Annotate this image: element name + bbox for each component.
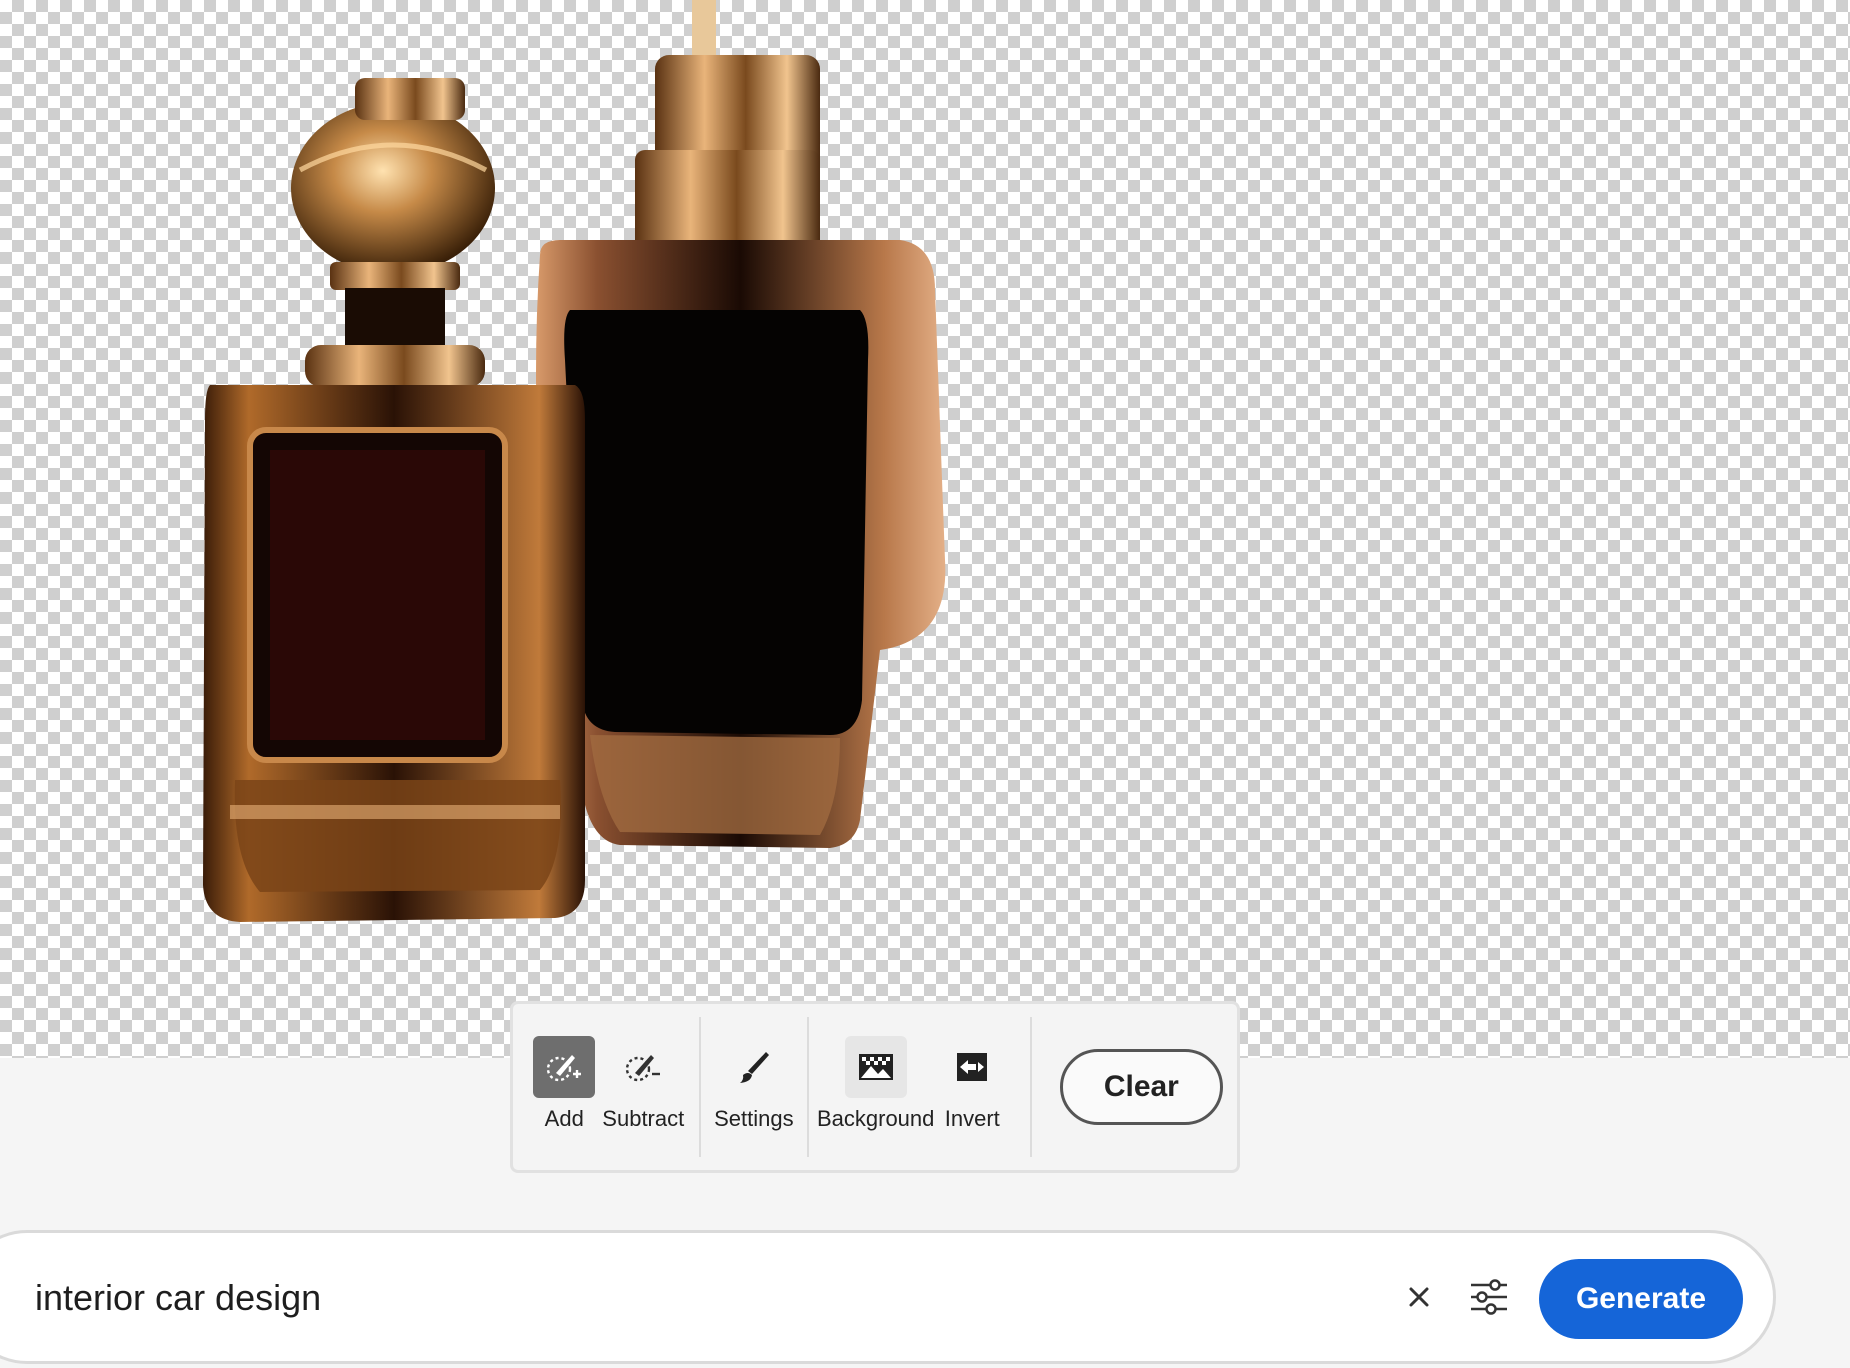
- tool-settings-label: Settings: [714, 1106, 794, 1131]
- tool-invert[interactable]: Invert: [929, 1028, 1016, 1146]
- tool-add[interactable]: Add: [527, 1028, 601, 1146]
- prompt-input[interactable]: [33, 1265, 1337, 1331]
- tool-background-label: Background: [816, 1106, 935, 1131]
- invert-icon: [941, 1036, 1003, 1098]
- image-canvas[interactable]: [0, 0, 1850, 1058]
- image-background-icon: [844, 1036, 907, 1098]
- selection-toolbar: Add Subtract Settings Background Invert …: [510, 1001, 1240, 1173]
- tool-background[interactable]: Background: [817, 1028, 934, 1146]
- toolbar-divider: [1029, 1017, 1032, 1157]
- close-icon[interactable]: [1395, 1273, 1443, 1321]
- tool-subtract[interactable]: Subtract: [601, 1028, 685, 1146]
- tool-subtract-label: Subtract: [602, 1106, 685, 1131]
- toolbar-divider: [699, 1017, 701, 1157]
- generate-button[interactable]: Generate: [1539, 1259, 1743, 1339]
- brush-add-icon: [533, 1036, 596, 1098]
- perfume-bottles-image: [203, 0, 946, 922]
- prompt-bar: Generate: [0, 1230, 1776, 1364]
- brush-subtract-icon: [612, 1036, 674, 1098]
- brush-icon: [723, 1036, 785, 1098]
- toolbar-divider: [806, 1017, 809, 1157]
- tool-add-label: Add: [544, 1106, 584, 1131]
- sliders-icon[interactable]: [1463, 1271, 1515, 1323]
- tool-settings[interactable]: Settings: [714, 1028, 794, 1146]
- clear-button[interactable]: Clear: [1059, 1049, 1223, 1125]
- tool-invert-label: Invert: [944, 1106, 1000, 1131]
- app-window: Add Subtract Settings Background Invert …: [0, 0, 1850, 1368]
